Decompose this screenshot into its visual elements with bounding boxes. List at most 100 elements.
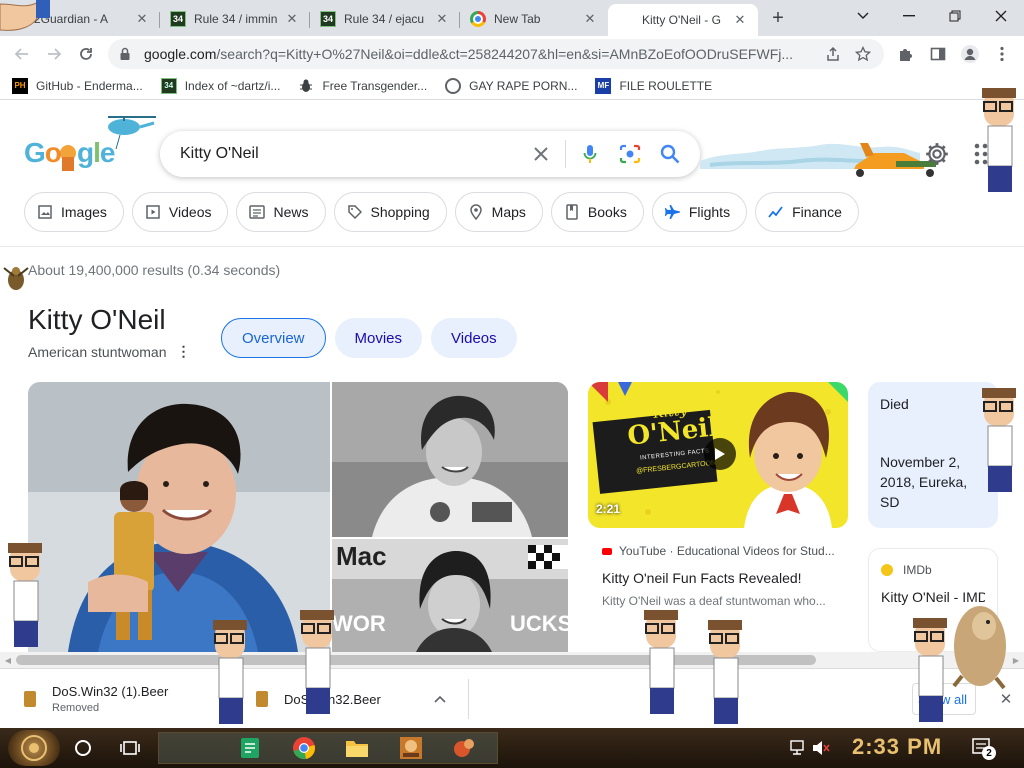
bookmark-github[interactable]: PH GitHub - Enderma... [12,77,143,94]
close-icon[interactable]: ✕ [732,12,748,28]
desktop-pet-hank-4[interactable] [636,602,690,720]
minimize-button[interactable] [886,2,932,30]
volume-muted-icon[interactable] [812,740,830,756]
kp-tab-overview[interactable]: Overview [221,318,326,358]
reload-icon [80,48,92,60]
play-button[interactable] [704,438,736,470]
taskbar-notes-app[interactable] [236,734,264,762]
chip-flights[interactable]: Flights [651,192,748,232]
close-icon[interactable]: ✕ [284,11,300,27]
chip-videos[interactable]: Videos [131,192,229,232]
chip-label: News [273,204,309,220]
chip-books[interactable]: Books [550,192,644,232]
desktop-pet-hank-7[interactable] [970,380,1024,498]
close-icon[interactable]: ✕ [434,11,450,27]
kp-tab-videos[interactable]: Videos [431,318,517,358]
settings-gear-icon[interactable] [924,141,950,167]
clear-search-button[interactable] [521,131,561,177]
search-input[interactable]: Kitty O'Neil [180,145,521,163]
desktop-pet-hand[interactable] [0,0,56,36]
scrollbar-thumb[interactable] [16,655,816,665]
search-button[interactable] [650,131,690,177]
close-icon[interactable]: ✕ [134,11,150,27]
bookmark-gay-rape[interactable]: GAY RAPE PORN... [445,77,577,94]
profile-button[interactable] [958,42,982,66]
lens-search-button[interactable] [610,131,650,177]
voice-search-button[interactable] [570,131,610,177]
extensions-button[interactable] [894,42,918,66]
tab-rule34-2[interactable]: 34 Rule 34 / ejacu ✕ [310,4,460,34]
desktop-pet-hank-1[interactable] [0,535,54,653]
address-bar[interactable]: google.com/search?q=Kitty+O%27Neil&oi=dd… [108,39,884,69]
bookmark-index[interactable]: 34 Index of ~dartz/i... [160,77,280,94]
bookmark-free-transgender[interactable]: Free Transgender... [298,78,427,94]
taskbar-file-explorer[interactable] [343,734,371,762]
chip-maps[interactable]: Maps [454,192,543,232]
desktop-pet-hank-3[interactable] [292,602,346,720]
side-panel-button[interactable] [926,42,950,66]
network-icon[interactable] [790,740,804,756]
scroll-left-icon[interactable]: ◀ [3,655,13,665]
notification-count-badge: 2 [982,746,996,760]
doodle-race-car-art [700,143,936,177]
download-item-1[interactable]: DoS.Win32 (1).Beer Removed [24,677,234,721]
video-title[interactable]: Kitty O'neil Fun Facts Revealed! [602,570,802,586]
chip-finance[interactable]: Finance [755,192,859,232]
task-view-button[interactable] [116,734,144,762]
kp-image-main[interactable] [28,382,330,652]
desktop-pet-bug[interactable] [0,262,32,294]
restore-button[interactable] [932,2,978,30]
bug-icon [298,78,314,94]
desktop-pet-hank-8[interactable] [970,80,1024,198]
thumb-title-line2: O'Neil [626,412,720,452]
desktop-pet-hank-5[interactable] [700,612,754,730]
video-thumbnail[interactable]: Kitty O'Neil INTERESTING FACTS @FRESBERG… [588,382,848,528]
taskbar-chrome[interactable] [290,734,318,762]
tab-kitty-oneil[interactable]: G Kitty O'Neil - G ✕ [608,4,758,36]
tab-rule34-1[interactable]: 34 Rule 34 / immin ✕ [160,4,310,34]
kp-image-top-right[interactable] [332,382,568,537]
chip-shopping[interactable]: Shopping [333,192,447,232]
start-button[interactable] [8,730,60,766]
search-box[interactable]: Kitty O'Neil [160,131,700,177]
chevron-up-icon[interactable] [434,695,446,703]
close-icon[interactable]: ✕ [582,11,598,27]
bookmark-file-roulette[interactable]: MF FILE ROULETTE [595,77,712,94]
taskbar-clock[interactable]: 2:33 PM [852,734,942,760]
bookmark-star-icon[interactable] [852,43,874,65]
chip-label: Books [587,204,627,220]
share-icon[interactable] [822,43,844,65]
forward-button[interactable] [40,40,68,68]
desktop-pet-hank-2[interactable] [205,612,259,730]
chip-news[interactable]: News [236,192,326,232]
download-item-2[interactable]: DoS.Win32.Beer [256,677,456,721]
close-window-button[interactable] [978,2,1024,30]
search-taskbar-button[interactable] [69,734,97,762]
globe-icon [445,77,462,94]
tab-search-button[interactable] [840,2,886,30]
browser-menu-button[interactable] [990,42,1014,66]
chip-images[interactable]: Images [24,192,124,232]
video-source-text: YouTube · Educational Videos for Stud... [619,544,835,558]
tab-new-tab[interactable]: New Tab ✕ [460,4,608,34]
kp-tab-movies[interactable]: Movies [334,318,423,358]
horizontal-scrollbar[interactable]: ◀ ▶ [0,652,1024,668]
kp-image-bottom-right[interactable]: Mac WOR UCKS [332,539,568,652]
close-icon [995,10,1007,22]
video-duration: 2:21 [596,502,621,516]
taskbar-pet-app[interactable] [450,734,478,762]
back-button[interactable] [8,40,36,68]
search-filter-chips: Images Videos News Shopping Maps Books F… [24,192,867,232]
taskbar-game-app[interactable] [397,734,425,762]
side-panel-icon [930,47,946,61]
scroll-right-icon[interactable]: ▶ [1011,655,1021,665]
google-doodle[interactable]: Google [24,111,160,175]
chip-label: Videos [168,204,212,220]
desktop-pet-hamster[interactable] [948,596,1010,692]
mf-icon: MF [595,77,612,94]
reload-button[interactable] [72,40,100,68]
image-icon [37,204,53,220]
kebab-menu-icon[interactable]: ⋮ [177,343,191,360]
puzzle-icon [900,49,912,61]
new-tab-button[interactable]: + [766,6,790,30]
